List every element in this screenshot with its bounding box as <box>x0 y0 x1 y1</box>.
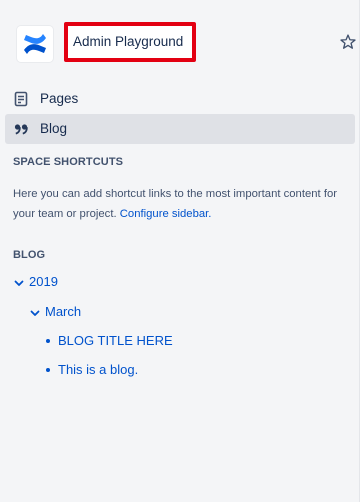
shortcuts-help-text: Here you can add shortcut links to the m… <box>13 184 348 224</box>
shortcuts-heading: SPACE SHORTCUTS <box>13 156 124 168</box>
bullet <box>46 367 50 372</box>
chevron-down-icon[interactable] <box>29 307 41 319</box>
blog-month-label[interactable]: March <box>45 304 81 319</box>
blog-heading: BLOG <box>13 249 46 261</box>
blog-month-march[interactable]: March <box>29 302 81 322</box>
blog-post-link[interactable]: This is a blog. <box>58 362 138 377</box>
chevron-down-icon[interactable] <box>13 277 25 289</box>
blog-post-item[interactable]: This is a blog. <box>46 360 138 380</box>
nav-item-label: Pages <box>40 91 79 106</box>
space-sidebar: Admin Playground Pages Blog SPACE SHORTC… <box>0 0 360 502</box>
blog-year-label[interactable]: 2019 <box>29 274 58 289</box>
space-header: Admin Playground <box>0 0 360 80</box>
nav-item-pages[interactable]: Pages <box>5 84 355 114</box>
star-icon[interactable] <box>339 33 357 51</box>
nav-item-label: Blog <box>40 121 68 136</box>
blog-post-link[interactable]: BLOG TITLE HERE <box>58 333 173 348</box>
space-logo[interactable] <box>17 26 53 62</box>
blog-post-item[interactable]: BLOG TITLE HERE <box>46 331 173 351</box>
space-title[interactable]: Admin Playground <box>64 22 196 62</box>
bullet <box>46 338 50 343</box>
page-icon <box>14 91 28 107</box>
blog-year-2019[interactable]: 2019 <box>13 272 58 292</box>
nav-item-blog[interactable]: Blog <box>5 114 355 144</box>
configure-sidebar-link[interactable]: Configure sidebar. <box>120 208 212 220</box>
confluence-logo-icon <box>24 34 46 54</box>
quote-icon <box>14 124 28 135</box>
